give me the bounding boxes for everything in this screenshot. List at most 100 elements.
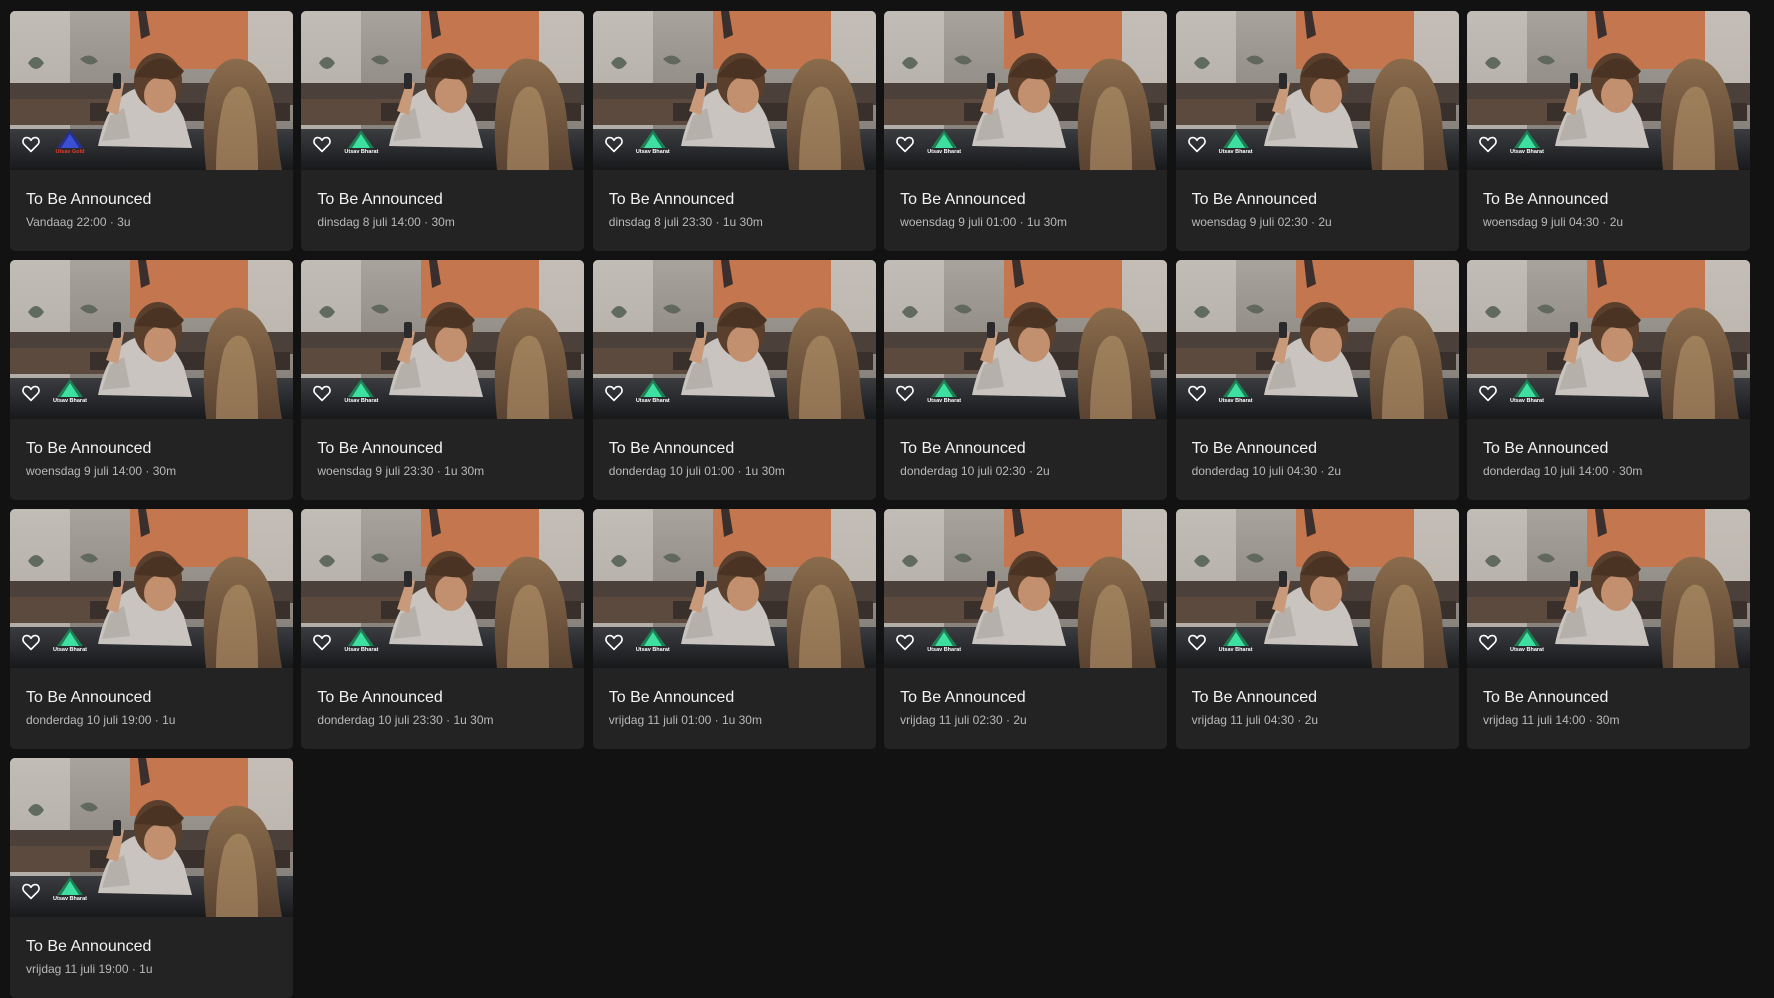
channel-logo-text: Utsav Gold (55, 149, 85, 155)
program-info: To Be Announced vrijdag 11 juli 01:00 · … (593, 688, 876, 728)
channel-logo: Utsav Bharat (633, 627, 673, 655)
program-schedule: donderdag 10 juli 04:30 · 2u (1191, 464, 1342, 478)
program-title: To Be Announced (26, 191, 152, 208)
program-card[interactable]: Utsav Gold To Be Announced Vandaag 22:00… (10, 11, 293, 251)
channel-logo-text: Utsav Bharat (53, 896, 87, 902)
favorite-button[interactable] (21, 633, 41, 651)
channel-logo: Utsav Bharat (50, 627, 90, 655)
channel-logo: Utsav Bharat (341, 378, 381, 406)
heart-outline-icon (1187, 136, 1206, 153)
program-schedule: woensdag 9 juli 02:30 · 2u (1191, 215, 1332, 229)
program-card[interactable]: Utsav Bharat To Be Announced woensdag 9 … (301, 260, 585, 500)
favorite-button[interactable] (1187, 633, 1207, 651)
program-thumbnail: Utsav Bharat (884, 509, 1168, 668)
program-card[interactable]: Utsav Bharat To Be Announced dinsdag 8 j… (301, 11, 585, 251)
heart-outline-icon (1479, 385, 1497, 402)
channel-logo: Utsav Bharat (924, 129, 964, 157)
heart-outline-icon (896, 634, 915, 651)
favorite-button[interactable] (21, 882, 41, 900)
channel-triangle-icon (1222, 130, 1249, 148)
program-schedule: vrijdag 11 juli 01:00 · 1u 30m (608, 713, 762, 727)
favorite-button[interactable] (604, 633, 624, 651)
program-thumbnail: Utsav Bharat (10, 758, 293, 917)
favorite-button[interactable] (604, 384, 624, 402)
program-card[interactable]: Utsav Bharat To Be Announced vrijdag 11 … (884, 509, 1168, 749)
program-card[interactable]: Utsav Bharat To Be Announced donderdag 1… (301, 509, 585, 749)
channel-triangle-icon (348, 130, 375, 148)
program-thumbnail: Utsav Bharat (301, 509, 585, 668)
program-info: To Be Announced woensdag 9 juli 14:00 · … (10, 439, 293, 479)
favorite-button[interactable] (21, 384, 41, 402)
channel-triangle-icon (57, 130, 83, 148)
favorite-button[interactable] (1478, 384, 1498, 402)
program-schedule: vrijdag 11 juli 14:00 · 30m (1482, 713, 1620, 727)
program-card[interactable]: Utsav Bharat To Be Announced vrijdag 11 … (10, 758, 293, 998)
program-card[interactable]: Utsav Bharat To Be Announced vrijdag 11 … (1466, 509, 1750, 749)
favorite-button[interactable] (895, 135, 915, 153)
channel-logo-text: Utsav Bharat (927, 398, 962, 404)
channel-logo-text: Utsav Bharat (1218, 149, 1253, 155)
program-card[interactable]: Utsav Bharat To Be Announced dinsdag 8 j… (592, 11, 876, 251)
channel-logo: Utsav Bharat (924, 378, 964, 406)
heart-outline-icon (313, 136, 332, 153)
favorite-button[interactable] (1187, 384, 1207, 402)
heart-outline-icon (22, 136, 40, 153)
channel-triangle-icon (1513, 379, 1540, 397)
program-card[interactable]: Utsav Bharat To Be Announced donderdag 1… (592, 260, 876, 500)
favorite-button[interactable] (1478, 135, 1498, 153)
channel-triangle-icon (57, 628, 83, 646)
channel-logo: Utsav Bharat (50, 378, 90, 406)
channel-triangle-icon (639, 379, 666, 397)
program-title: To Be Announced (1482, 191, 1609, 208)
favorite-button[interactable] (1478, 633, 1498, 651)
heart-outline-icon (22, 634, 40, 651)
channel-triangle-icon (57, 379, 83, 397)
program-schedule: woensdag 9 juli 04:30 · 2u (1482, 215, 1624, 229)
program-title: To Be Announced (26, 440, 152, 457)
channel-logo: Utsav Bharat (924, 627, 964, 655)
favorite-button[interactable] (1187, 135, 1207, 153)
program-card[interactable]: Utsav Bharat To Be Announced woensdag 9 … (884, 11, 1168, 251)
program-thumbnail: Utsav Bharat (1175, 260, 1459, 419)
favorite-button[interactable] (895, 633, 915, 651)
program-card[interactable]: Utsav Bharat To Be Announced donderdag 1… (10, 509, 293, 749)
program-card[interactable]: Utsav Bharat To Be Announced donderdag 1… (884, 260, 1168, 500)
heart-outline-icon (22, 883, 40, 900)
program-info: To Be Announced donderdag 10 juli 19:00 … (10, 688, 293, 728)
favorite-button[interactable] (604, 135, 624, 153)
favorite-button[interactable] (312, 633, 332, 651)
program-card[interactable]: Utsav Bharat To Be Announced vrijdag 11 … (592, 509, 876, 749)
program-info: To Be Announced woensdag 9 juli 01:00 · … (884, 190, 1167, 230)
program-thumbnail: Utsav Bharat (884, 11, 1168, 170)
program-schedule: Vandaag 22:00 · 3u (26, 215, 131, 229)
channel-logo-text: Utsav Bharat (344, 149, 379, 155)
heart-outline-icon (604, 385, 623, 402)
channel-logo: Utsav Bharat (1507, 378, 1547, 406)
program-card[interactable]: Utsav Bharat To Be Announced donderdag 1… (1466, 260, 1750, 500)
program-title: To Be Announced (608, 689, 735, 706)
channel-triangle-icon (57, 877, 83, 895)
channel-logo-text: Utsav Bharat (927, 149, 962, 155)
program-card[interactable]: Utsav Bharat To Be Announced woensdag 9 … (1466, 11, 1750, 251)
program-thumbnail: Utsav Bharat (592, 260, 876, 419)
program-info: To Be Announced donderdag 10 juli 14:00 … (1467, 439, 1750, 479)
favorite-button[interactable] (312, 135, 332, 153)
program-thumbnail: Utsav Bharat (301, 11, 585, 170)
channel-triangle-icon (1222, 628, 1249, 646)
favorite-button[interactable] (895, 384, 915, 402)
favorite-button[interactable] (21, 135, 41, 153)
favorite-button[interactable] (312, 384, 332, 402)
channel-triangle-icon (1222, 379, 1249, 397)
program-card[interactable]: Utsav Bharat To Be Announced woensdag 9 … (10, 260, 293, 500)
heart-outline-icon (896, 385, 915, 402)
program-thumbnail: Utsav Bharat (301, 260, 585, 419)
program-card[interactable]: Utsav Bharat To Be Announced vrijdag 11 … (1175, 509, 1459, 749)
heart-outline-icon (313, 634, 332, 651)
channel-triangle-icon (931, 130, 958, 148)
program-info: To Be Announced vrijdag 11 juli 19:00 · … (10, 937, 293, 977)
program-card[interactable]: Utsav Bharat To Be Announced woensdag 9 … (1175, 11, 1459, 251)
program-card[interactable]: Utsav Bharat To Be Announced donderdag 1… (1175, 260, 1459, 500)
program-schedule: woensdag 9 juli 01:00 · 1u 30m (900, 215, 1067, 229)
channel-logo: Utsav Bharat (1216, 129, 1256, 157)
program-grid: Utsav Gold To Be Announced Vandaag 22:00… (10, 11, 1750, 998)
